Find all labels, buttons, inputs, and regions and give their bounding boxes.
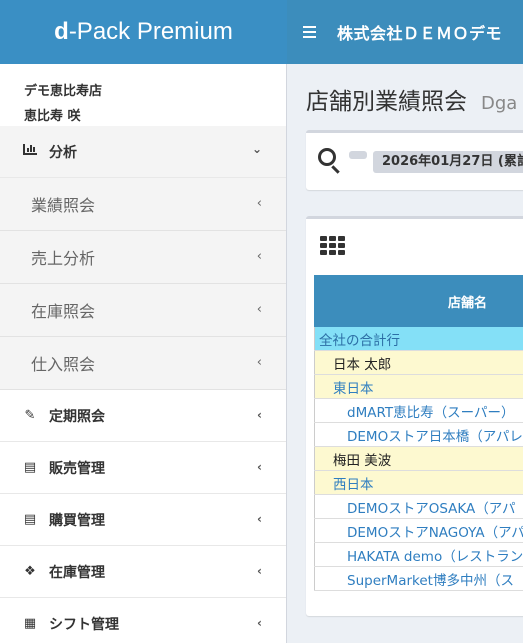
chevron-left-icon: ‹	[256, 196, 262, 211]
table-cell: 日本 太郎	[314, 350, 523, 375]
grid-icon[interactable]	[320, 236, 345, 255]
date-badge[interactable]: 2026年01月27日 (累計	[373, 151, 523, 173]
chevron-left-icon: ‹	[257, 616, 262, 630]
sidebar-item-analysis[interactable]: 分析 ⌄	[0, 126, 286, 178]
table-row[interactable]: SuperMarket博多中州（ス	[314, 566, 523, 591]
sidebar-item-shift[interactable]: ▦ シフト管理 ‹	[0, 598, 286, 643]
table-row[interactable]: 梅田 美波	[314, 446, 523, 471]
store-table: 店舗名 全社の合計行 日本 太郎 東日本 dMART恵比寿（スーパー） DEMO…	[314, 275, 523, 591]
sidebar-item-label: 定期照会	[49, 408, 105, 425]
table-row[interactable]: DEMOストアOSAKA（アパ	[314, 494, 523, 519]
company-name: 株式会社ＤＥＭＯデモ	[337, 24, 503, 43]
sidebar-item-label: シフト管理	[49, 616, 119, 633]
sidebar-item-periodic[interactable]: ✎ 定期照会 ‹	[0, 390, 286, 442]
cubes-icon: ❖	[24, 564, 36, 579]
menu-toggle-icon[interactable]	[303, 23, 325, 41]
page-title-text: 店舗別業績照会	[306, 89, 467, 115]
sidebar-subitem-label: 業績照会	[31, 196, 96, 215]
main-content: 店舗別業績照会 Dga 2026年01月27日 (累計 店舗名 全社の合計行 日本…	[288, 64, 523, 643]
sidebar-item-label: 販売管理	[49, 460, 105, 477]
table-row[interactable]: 西日本	[314, 470, 523, 495]
chevron-left-icon: ‹	[256, 355, 262, 370]
search-panel: 2026年01月27日 (累計	[306, 130, 523, 190]
table-cell: 全社の合計行	[314, 326, 523, 351]
chevron-left-icon: ‹	[256, 249, 262, 264]
top-navbar: 株式会社ＤＥＭＯデモ	[287, 0, 523, 64]
results-panel: 店舗名 全社の合計行 日本 太郎 東日本 dMART恵比寿（スーパー） DEMO…	[306, 216, 523, 616]
sidebar-subitem-label: 仕入照会	[31, 355, 96, 374]
table-row[interactable]: DEMOストア日本橋（アパレ	[314, 422, 523, 447]
sidebar-item-inventory[interactable]: ❖ 在庫管理 ‹	[0, 546, 286, 598]
table-row[interactable]: 日本 太郎	[314, 350, 523, 375]
brand-logo[interactable]: d -Pack Premium	[0, 0, 287, 64]
table-cell: DEMOストアOSAKA（アパ	[314, 494, 523, 519]
chevron-left-icon: ‹	[256, 302, 262, 317]
chevron-left-icon: ‹	[257, 512, 262, 526]
chevron-left-icon: ‹	[257, 460, 262, 474]
sidebar-subitem-inventory-inquiry[interactable]: 在庫照会 ‹	[0, 284, 286, 337]
sidebar: デモ恵比寿店 恵比寿 咲 分析 ⌄ 業績照会 ‹ 売上分析 ‹ 在庫照会 ‹ 仕…	[0, 64, 287, 643]
table-row[interactable]: HAKATA demo（レストラン	[314, 542, 523, 567]
register-icon: ▤	[23, 460, 37, 475]
chevron-down-icon: ⌄	[251, 142, 262, 156]
table-row[interactable]: DEMOストアNAGOYA（アパ	[314, 518, 523, 543]
sidebar-subitem-label: 在庫照会	[31, 302, 96, 321]
page-title: 店舗別業績照会 Dga	[306, 82, 517, 116]
chevron-left-icon: ‹	[257, 564, 262, 578]
table-cell: HAKATA demo（レストラン	[314, 542, 523, 567]
filter-pill[interactable]	[349, 151, 367, 159]
table-cell: 梅田 美波	[314, 446, 523, 471]
table-row[interactable]: dMART恵比寿（スーパー）	[314, 398, 523, 423]
sidebar-subitem-label: 売上分析	[31, 249, 96, 268]
sidebar-item-purchasing[interactable]: ▤ 購買管理 ‹	[0, 494, 286, 546]
sidebar-item-label: 分析	[49, 144, 77, 161]
calendar-icon: ▦	[23, 616, 37, 631]
brand-logo-text: -Pack Premium	[68, 18, 233, 45]
sidebar-subitem-purchase-inquiry[interactable]: 仕入照会 ‹	[0, 337, 286, 390]
sidebar-item-label: 購買管理	[49, 512, 105, 529]
brand-logo-bold: d	[54, 18, 69, 45]
sidebar-subitem-sales-analysis[interactable]: 売上分析 ‹	[0, 231, 286, 284]
table-cell: SuperMarket博多中州（ス	[314, 566, 523, 591]
table-cell: DEMOストア日本橋（アパレ	[314, 422, 523, 447]
column-header-store-name[interactable]: 店舗名	[314, 275, 523, 327]
table-cell: 西日本	[314, 470, 523, 495]
table-cell: DEMOストアNAGOYA（アパ	[314, 518, 523, 543]
sidebar-subitem-performance[interactable]: 業績照会 ‹	[0, 178, 286, 231]
table-row[interactable]: 東日本	[314, 374, 523, 399]
table-row[interactable]: 全社の合計行	[314, 326, 523, 351]
chevron-left-icon: ‹	[257, 408, 262, 422]
document-icon: ▤	[23, 512, 37, 527]
page-subtitle: Dga	[481, 93, 518, 114]
table-cell: 東日本	[314, 374, 523, 399]
bar-chart-icon	[20, 144, 40, 159]
sidebar-item-sales-management[interactable]: ▤ 販売管理 ‹	[0, 442, 286, 494]
user-panel: デモ恵比寿店 恵比寿 咲	[0, 64, 286, 126]
table-cell: dMART恵比寿（スーパー）	[314, 398, 523, 423]
edit-icon: ✎	[24, 408, 36, 423]
search-icon[interactable]	[318, 148, 336, 166]
sidebar-item-label: 在庫管理	[49, 564, 105, 581]
app-root: d -Pack Premium 株式会社ＤＥＭＯデモ デモ恵比寿店 恵比寿 咲 分…	[0, 0, 523, 643]
user-store: デモ恵比寿店	[24, 84, 103, 99]
